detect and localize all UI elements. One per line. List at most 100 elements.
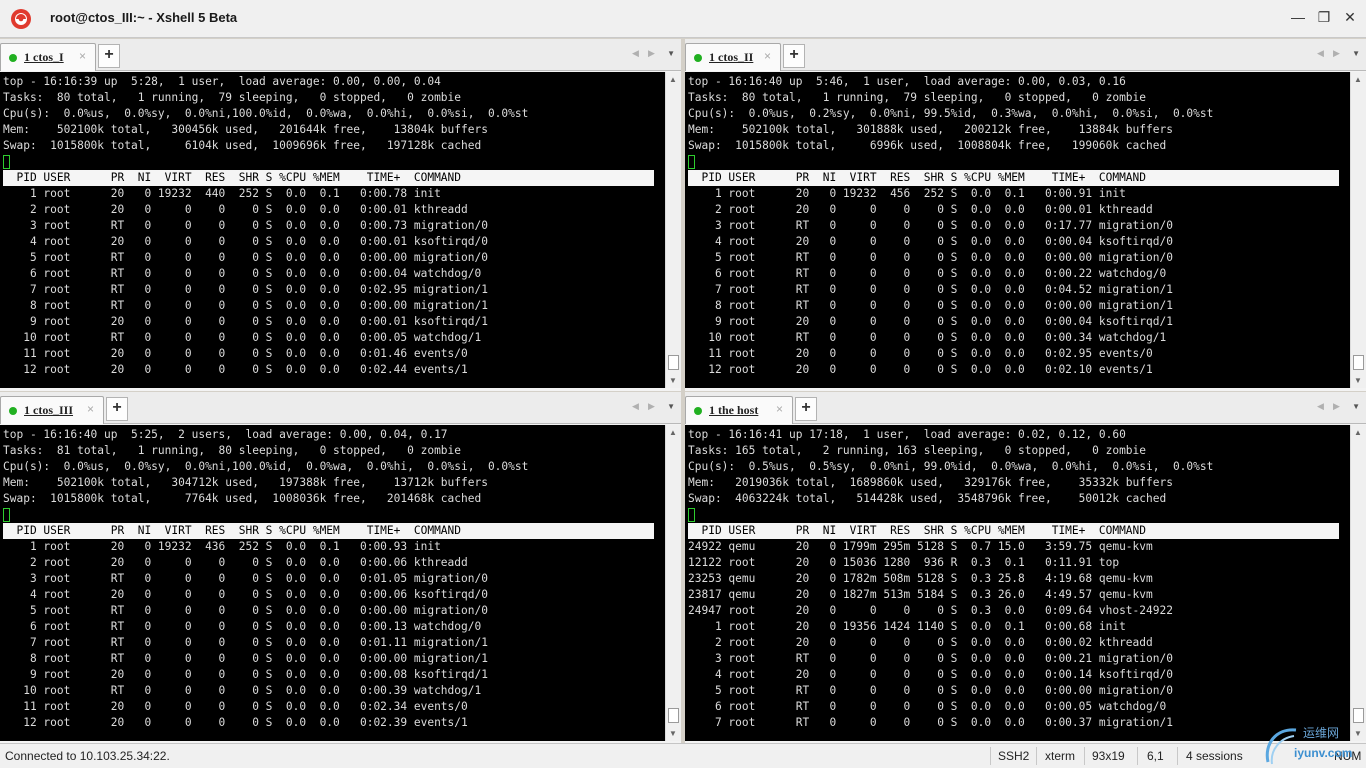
process-row: 3 root RT 0 0 0 0 S 0.0 0.0 0:17.77 migr…	[688, 219, 1173, 232]
top-summary-line: Swap: 1015800k total, 7764k used, 100803…	[3, 492, 482, 505]
tab-label: 1 ctos_II	[709, 50, 754, 64]
scroll-down-icon[interactable]: ▼	[1354, 376, 1362, 385]
process-row: 9 root 20 0 0 0 0 S 0.0 0.0 0:00.01 ksof…	[3, 315, 488, 328]
connected-status-icon	[9, 407, 17, 415]
terminal-scrollbar[interactable]: ▲ ▼	[665, 425, 681, 741]
process-row: 6 root RT 0 0 0 0 S 0.0 0.0 0:00.04 watc…	[3, 267, 482, 280]
terminal-scrollbar[interactable]: ▲ ▼	[665, 72, 681, 388]
top-summary-line: Mem: 502100k total, 304712k used, 197388…	[3, 476, 488, 489]
process-row: 10 root RT 0 0 0 0 S 0.0 0.0 0:00.05 wat…	[3, 331, 482, 344]
process-row: 6 root RT 0 0 0 0 S 0.0 0.0 0:00.22 watc…	[688, 267, 1167, 280]
top-summary-line: top - 16:16:39 up 5:28, 1 user, load ave…	[3, 75, 441, 88]
top-summary-line: Tasks: 80 total, 1 running, 79 sleeping,…	[688, 91, 1147, 104]
process-row: 2 root 20 0 0 0 0 S 0.0 0.0 0:00.06 kthr…	[3, 556, 468, 569]
tab-scroll-right-icon[interactable]: ▶	[1333, 401, 1340, 412]
terminal-screen[interactable]: top - 16:16:40 up 5:25, 2 users, load av…	[0, 425, 665, 741]
top-summary-line: Mem: 502100k total, 300456k used, 201644…	[3, 123, 488, 136]
session-pane-ctos-i: 1 ctos_I × + ◀ ▶ ▼ top - 16:16:39 up 5:28, 1 u…	[0, 39, 681, 391]
scroll-down-icon[interactable]: ▼	[669, 376, 677, 385]
cursor-position-status: 6,1	[1147, 749, 1164, 763]
scrollbar-thumb[interactable]	[1353, 708, 1364, 723]
process-row: 11 root 20 0 0 0 0 S 0.0 0.0 0:02.95 eve…	[688, 347, 1153, 360]
tab-bar: 1 ctos_I × + ◀ ▶ ▼	[0, 39, 681, 71]
top-summary-line: Mem: 2019036k total, 1689860k used, 3291…	[688, 476, 1173, 489]
tab-ctos-i[interactable]: 1 ctos_I ×	[0, 43, 96, 71]
process-row: 3 root RT 0 0 0 0 S 0.0 0.0 0:00.21 migr…	[688, 652, 1173, 665]
top-summary-line: Cpu(s): 0.0%us, 0.2%sy, 0.0%ni, 99.5%id,…	[688, 107, 1214, 120]
terminal-screen[interactable]: top - 16:16:39 up 5:28, 1 user, load ave…	[0, 72, 665, 388]
terminal-cursor	[3, 155, 10, 169]
tab-scroll-right-icon[interactable]: ▶	[648, 401, 655, 412]
new-tab-button[interactable]: +	[795, 397, 817, 421]
process-row: 5 root RT 0 0 0 0 S 0.0 0.0 0:00.00 migr…	[3, 604, 488, 617]
tab-scroll-right-icon[interactable]: ▶	[648, 48, 655, 59]
terminal-scrollbar[interactable]: ▲ ▼	[1350, 425, 1366, 741]
tab-bar: 1 ctos_II × + ◀ ▶ ▼	[685, 39, 1366, 71]
tab-scroll-left-icon[interactable]: ◀	[1317, 401, 1324, 412]
process-row: 11 root 20 0 0 0 0 S 0.0 0.0 0:01.46 eve…	[3, 347, 468, 360]
tab-scroll-left-icon[interactable]: ◀	[632, 48, 639, 59]
terminal-screen[interactable]: top - 16:16:41 up 17:18, 1 user, load av…	[685, 425, 1350, 741]
restore-button[interactable]: ❐	[1314, 8, 1334, 26]
scroll-up-icon[interactable]: ▲	[669, 75, 677, 84]
scroll-up-icon[interactable]: ▲	[1354, 75, 1362, 84]
process-table-header: PID USER PR NI VIRT RES SHR S %CPU %MEM …	[688, 170, 1339, 186]
tab-list-dropdown-icon[interactable]: ▼	[667, 402, 675, 411]
minimize-button[interactable]: —	[1288, 8, 1308, 26]
tab-ctos-iii[interactable]: 1 ctos_III ×	[0, 396, 104, 424]
terminal-scrollbar[interactable]: ▲ ▼	[1350, 72, 1366, 388]
process-row: 10 root RT 0 0 0 0 S 0.0 0.0 0:00.39 wat…	[3, 684, 482, 697]
tab-label: 1 ctos_III	[24, 403, 74, 417]
new-tab-button[interactable]: +	[98, 44, 120, 68]
tab-bar: 1 ctos_III × + ◀ ▶ ▼	[0, 392, 681, 424]
scroll-down-icon[interactable]: ▼	[669, 729, 677, 738]
scrollbar-thumb[interactable]	[668, 708, 679, 723]
top-summary-line: top - 16:16:40 up 5:25, 2 users, load av…	[3, 428, 448, 441]
tab-the-host[interactable]: 1 the host ×	[685, 396, 793, 424]
tab-list-dropdown-icon[interactable]: ▼	[1352, 402, 1360, 411]
scroll-up-icon[interactable]: ▲	[1354, 428, 1362, 437]
sessions-count-status: 4 sessions	[1186, 749, 1243, 763]
process-row: 7 root RT 0 0 0 0 S 0.0 0.0 0:00.37 migr…	[688, 716, 1173, 729]
terminal-screen[interactable]: top - 16:16:40 up 5:46, 1 user, load ave…	[685, 72, 1350, 388]
process-row: 2 root 20 0 0 0 0 S 0.0 0.0 0:00.01 kthr…	[3, 203, 468, 216]
process-row: 4 root 20 0 0 0 0 S 0.0 0.0 0:00.14 ksof…	[688, 668, 1173, 681]
tab-close-icon[interactable]: ×	[764, 49, 771, 63]
process-row: 12122 root 20 0 15036 1280 936 R 0.3 0.1…	[688, 556, 1120, 569]
scrollbar-thumb[interactable]	[1353, 355, 1364, 370]
tab-bar: 1 the host × + ◀ ▶ ▼	[685, 392, 1366, 424]
process-row: 7 root RT 0 0 0 0 S 0.0 0.0 0:04.52 migr…	[688, 283, 1173, 296]
tab-list-dropdown-icon[interactable]: ▼	[1352, 49, 1360, 58]
process-row: 12 root 20 0 0 0 0 S 0.0 0.0 0:02.39 eve…	[3, 716, 468, 729]
scrollbar-thumb[interactable]	[668, 355, 679, 370]
watermark-text: 运维网	[1303, 726, 1340, 740]
process-row: 6 root RT 0 0 0 0 S 0.0 0.0 0:00.13 watc…	[3, 620, 482, 633]
tab-scroll-left-icon[interactable]: ◀	[1317, 48, 1324, 59]
tab-close-icon[interactable]: ×	[79, 49, 86, 63]
process-row: 8 root RT 0 0 0 0 S 0.0 0.0 0:00.00 migr…	[3, 299, 488, 312]
tab-scroll-right-icon[interactable]: ▶	[1333, 48, 1340, 59]
process-row: 7 root RT 0 0 0 0 S 0.0 0.0 0:01.11 migr…	[3, 636, 488, 649]
process-row: 5 root RT 0 0 0 0 S 0.0 0.0 0:00.00 migr…	[688, 251, 1173, 264]
tab-close-icon[interactable]: ×	[87, 402, 94, 416]
terminal-cursor	[688, 508, 695, 522]
process-row: 4 root 20 0 0 0 0 S 0.0 0.0 0:00.06 ksof…	[3, 588, 488, 601]
window-title: root@ctos_III:~ - Xshell 5 Beta	[50, 10, 238, 25]
status-separator	[990, 747, 991, 765]
new-tab-button[interactable]: +	[783, 44, 805, 68]
tab-scroll-left-icon[interactable]: ◀	[632, 401, 639, 412]
scroll-up-icon[interactable]: ▲	[669, 428, 677, 437]
process-row: 1 root 20 0 19356 1424 1140 S 0.0 0.1 0:…	[688, 620, 1126, 633]
close-button[interactable]: ✕	[1340, 8, 1360, 26]
process-row: 5 root RT 0 0 0 0 S 0.0 0.0 0:00.00 migr…	[3, 251, 488, 264]
process-row: 11 root 20 0 0 0 0 S 0.0 0.0 0:02.34 eve…	[3, 700, 468, 713]
status-separator	[1137, 747, 1138, 765]
tab-list-dropdown-icon[interactable]: ▼	[667, 49, 675, 58]
new-tab-button[interactable]: +	[106, 397, 128, 421]
process-row: 3 root RT 0 0 0 0 S 0.0 0.0 0:01.05 migr…	[3, 572, 488, 585]
connected-status-icon	[694, 407, 702, 415]
tab-ctos-ii[interactable]: 1 ctos_II ×	[685, 43, 781, 71]
process-row: 9 root 20 0 0 0 0 S 0.0 0.0 0:00.08 ksof…	[3, 668, 488, 681]
tab-close-icon[interactable]: ×	[776, 402, 783, 416]
process-row: 8 root RT 0 0 0 0 S 0.0 0.0 0:00.00 migr…	[3, 652, 488, 665]
